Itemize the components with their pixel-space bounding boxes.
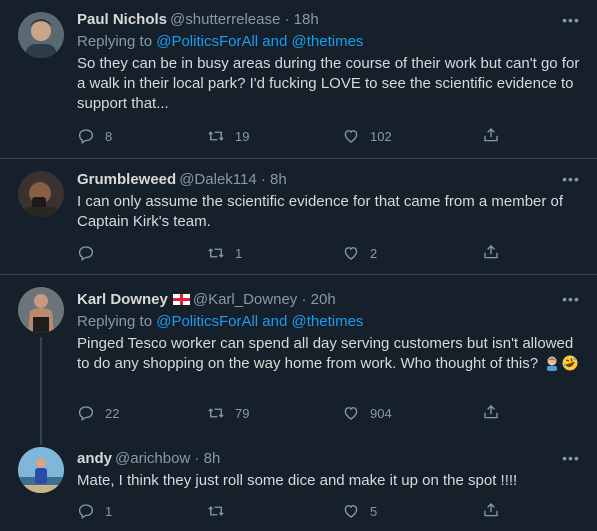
share-icon — [484, 245, 498, 259]
retweet-button[interactable]: 1 — [207, 243, 242, 263]
timestamp[interactable]: 8h — [204, 450, 221, 467]
avatar[interactable] — [18, 171, 64, 217]
timestamp[interactable]: 8h — [270, 171, 287, 188]
more-options-icon[interactable]: ••• — [561, 451, 581, 466]
heart-icon — [344, 407, 358, 420]
mention-link[interactable]: @thetimes — [292, 33, 364, 50]
timestamp[interactable]: 18h — [294, 11, 319, 28]
avatar[interactable] — [18, 12, 64, 58]
retweet-button[interactable] — [207, 501, 235, 521]
reply-count: 22 — [105, 405, 120, 421]
share-button[interactable] — [482, 243, 500, 263]
rolling-on-floor-laughing-emoji — [562, 355, 578, 371]
mention-link[interactable]: @thetimes — [292, 313, 364, 330]
heart-icon — [344, 130, 358, 143]
reply-button[interactable]: 8 — [77, 126, 112, 146]
more-options-icon[interactable]: ••• — [561, 292, 581, 307]
avatar[interactable] — [18, 447, 64, 493]
share-icon — [484, 128, 498, 142]
tweet-text: So they can be in busy areas during the … — [77, 55, 580, 112]
reply-count: 1 — [105, 503, 113, 519]
user-handle[interactable]: @Karl_Downey — [193, 291, 297, 308]
reply-button[interactable]: 22 — [77, 403, 119, 423]
separator-dot: · — [297, 291, 311, 308]
timestamp[interactable]: 20h — [311, 291, 336, 308]
reply-count: 8 — [105, 128, 113, 144]
avatar[interactable] — [18, 287, 64, 333]
like-count: 904 — [370, 405, 392, 421]
reply-icon — [78, 406, 94, 422]
separator-dot: · — [280, 11, 294, 28]
user-handle[interactable]: @shutterrelease — [170, 11, 280, 28]
tweet-actions: 8 19 102 — [77, 126, 507, 146]
share-button[interactable] — [482, 403, 500, 423]
heart-icon — [344, 505, 358, 518]
retweet-icon — [208, 248, 224, 258]
share-button[interactable] — [482, 126, 500, 146]
separator-dot: · — [190, 450, 204, 467]
user-handle[interactable]: @Dalek114 — [179, 171, 257, 188]
tweet[interactable]: Grumbleweed @Dalek114 · 8h I can only ass… — [0, 159, 597, 274]
tweet-text: Mate, I think they just roll some dice a… — [77, 472, 518, 489]
display-name[interactable]: Paul Nichols — [77, 11, 167, 28]
tweet-header: Grumbleweed @Dalek114 · 8h — [77, 170, 583, 190]
share-icon — [484, 405, 498, 419]
thread-line — [40, 337, 42, 435]
tweet-text: I can only assume the scientific evidenc… — [77, 193, 564, 230]
mention-link[interactable]: @PoliticsForAll — [156, 33, 258, 50]
like-button[interactable]: 5 — [342, 501, 377, 521]
thread-line — [40, 435, 42, 445]
retweet-icon — [208, 506, 224, 516]
tweet[interactable]: Paul Nichols @shutterrelease · 18h Replyi… — [0, 0, 597, 160]
tweet-text-content: Pinged Tesco worker can spend all day se… — [77, 335, 574, 372]
replying-to: Replying to @PoliticsForAll and @thetime… — [77, 32, 583, 52]
more-options-icon[interactable]: ••• — [561, 172, 581, 187]
reply-icon — [78, 504, 94, 520]
replying-and-text: and — [258, 313, 292, 330]
retweet-count: 19 — [235, 128, 250, 144]
reply-button[interactable] — [77, 243, 105, 263]
reply-button[interactable]: 1 — [77, 501, 112, 521]
replying-to-label: Replying to — [77, 33, 157, 50]
retweet-count: 1 — [235, 245, 243, 261]
like-count: 102 — [370, 128, 392, 144]
like-button[interactable]: 2 — [342, 243, 377, 263]
replying-to: Replying to @PoliticsForAll and @thetime… — [77, 312, 583, 332]
share-button[interactable] — [482, 501, 500, 521]
share-icon — [484, 503, 498, 517]
heart-icon — [344, 247, 358, 260]
retweet-button[interactable]: 19 — [207, 126, 249, 146]
display-name[interactable]: Grumbleweed — [77, 171, 176, 188]
tweet-header: andy @arichbow · 8h — [77, 449, 583, 469]
retweet-icon — [208, 408, 224, 418]
replying-to-label: Replying to — [77, 313, 157, 330]
tweet-header: Paul Nichols @shutterrelease · 18h — [77, 10, 583, 30]
display-name[interactable]: Karl Downey — [77, 291, 168, 308]
england-flag-icon — [172, 294, 190, 305]
like-button[interactable]: 102 — [342, 126, 392, 146]
like-count: 2 — [370, 245, 378, 261]
mention-link[interactable]: @PoliticsForAll — [156, 313, 258, 330]
like-button[interactable]: 904 — [342, 403, 392, 423]
separator-dot: · — [256, 171, 271, 188]
like-count: 5 — [370, 503, 378, 519]
tweet-header: Karl Downey @Karl_Downey · 20h — [77, 290, 583, 310]
more-options-icon[interactable]: ••• — [561, 13, 581, 28]
display-name[interactable]: andy — [77, 450, 112, 467]
man-facepalming-emoji — [547, 356, 558, 371]
reply-icon — [78, 246, 94, 262]
tweet[interactable]: Karl Downey @Karl_Downey · 20h Replying t… — [0, 275, 597, 435]
retweet-count: 79 — [235, 405, 250, 421]
reply-icon — [78, 129, 94, 145]
tweet-actions: 22 79 904 — [77, 403, 507, 423]
user-handle[interactable]: @arichbow — [115, 450, 190, 467]
tweet-text: Pinged Tesco worker can spend all day se… — [77, 334, 583, 374]
tweet-actions: 1 2 — [77, 243, 507, 263]
tweet[interactable]: andy @arichbow · 8h Mate, I think they ju… — [0, 435, 597, 531]
tweet-actions: 1 5 — [77, 501, 507, 521]
retweet-icon — [208, 131, 224, 141]
retweet-button[interactable]: 79 — [207, 403, 249, 423]
replying-and-text: and — [258, 33, 292, 50]
